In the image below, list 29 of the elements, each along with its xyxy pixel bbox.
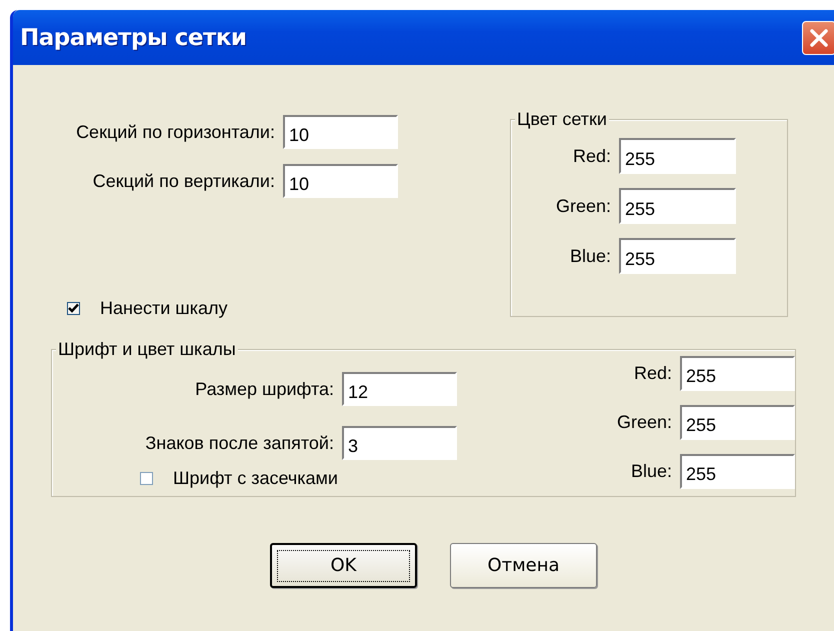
input-field[interactable]: 10 [283,115,398,149]
field-label: Blue: [630,461,672,482]
input-field[interactable]: 255 [619,138,736,174]
field-label: Green: [616,412,672,433]
checkbox-label: Шрифт с засечками [173,468,338,489]
input-field[interactable]: 255 [619,188,736,224]
field-label: Секций по вертикали: [92,170,275,192]
input-field[interactable]: 12 [342,372,457,406]
close-button[interactable] [802,20,834,54]
input-field[interactable]: 10 [283,164,398,198]
field-label: Red: [632,363,672,384]
input-field[interactable]: 255 [619,238,736,274]
input-field[interactable]: 3 [342,426,457,460]
ok-button[interactable]: OK [270,543,417,588]
field-label: Blue: [568,246,611,266]
field-label: Red: [572,146,611,166]
field-label: Green: [554,196,611,216]
checkbox-label: Нанести шкалу [100,298,228,319]
cancel-button[interactable]: Отмена [450,543,597,588]
input-field[interactable]: 255 [680,356,795,391]
field-label: Секций по горизонтали: [75,122,275,142]
input-field[interactable]: 255 [680,454,795,489]
checkbox[interactable] [140,472,153,485]
field-label: Размер шрифта: [194,378,334,400]
checkbox[interactable] [67,302,80,315]
window-title: Параметры сетки [20,24,247,50]
field-label: Знаков после запятой: [144,432,334,454]
input-field[interactable]: 255 [680,405,795,440]
close-icon [808,26,830,48]
